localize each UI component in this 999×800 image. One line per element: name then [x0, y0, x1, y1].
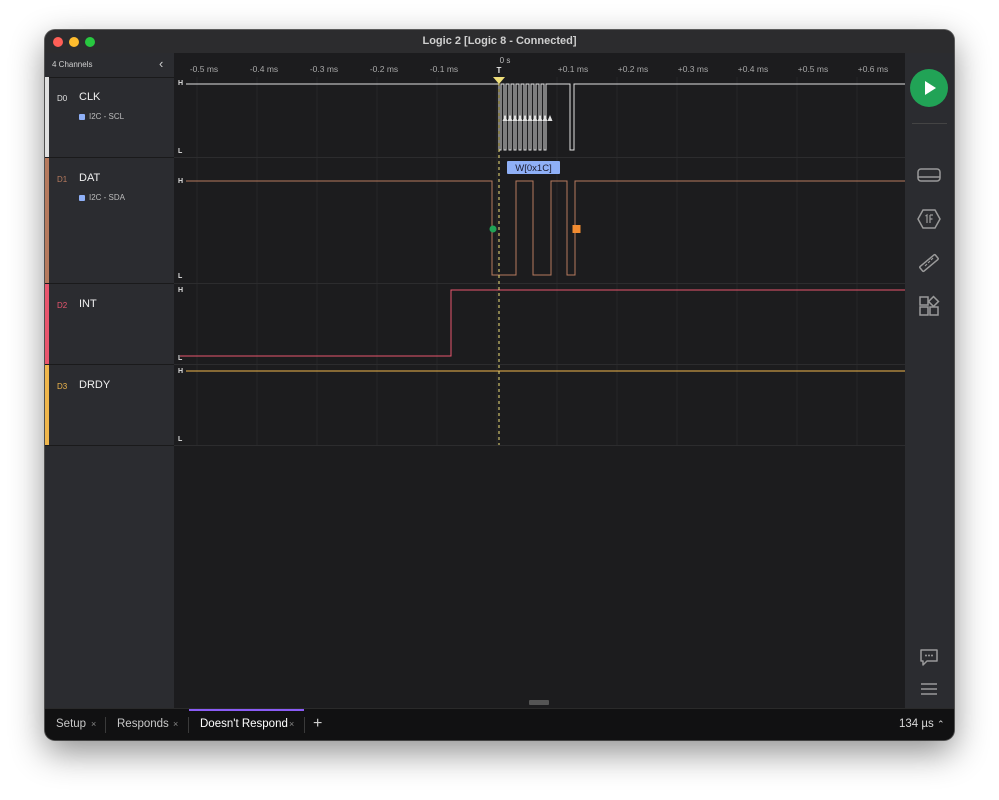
channel-count-label: 4 Channels [52, 60, 93, 69]
analyzer-color-dot [79, 114, 85, 120]
channel-sidebar: 4 Channels ‹ D0 CLK I2C - SCL D1 DAT I2C… [45, 53, 174, 708]
channel-row-clk[interactable]: D0 CLK I2C - SCL [45, 77, 174, 158]
close-tab-icon[interactable]: × [91, 719, 96, 729]
time-tick-label: -0.5 ms [190, 64, 218, 74]
high-level-label: H [178, 368, 183, 375]
time-tick-label: +0.5 ms [798, 64, 828, 74]
channel-row-dat[interactable]: D1 DAT I2C - SDA [45, 158, 174, 284]
zero-time-label: 0 s [500, 56, 511, 65]
channel-row-int[interactable]: D2 INT [45, 284, 174, 365]
device-icon[interactable] [916, 163, 942, 187]
channel-id: D3 [57, 382, 68, 391]
session-tab-bar: Setup × Responds × Doesn't Respond × + 1… [45, 708, 954, 740]
time-gridlines [196, 77, 858, 445]
close-tab-icon[interactable]: × [289, 719, 294, 729]
tab-label: Doesn't Respond [200, 718, 288, 730]
high-level-label: H [178, 287, 183, 294]
collapse-sidebar-icon[interactable]: ‹ [159, 57, 163, 70]
decode-label: W[0x1C] [515, 163, 551, 174]
channel-color-bar [45, 284, 49, 364]
time-tick-label: +0.2 ms [618, 64, 648, 74]
app-window: Logic 2 [Logic 8 - Connected] 4 Channels… [45, 30, 954, 740]
trigger-label: T [497, 66, 502, 75]
low-level-label: L [178, 148, 183, 155]
tab-label: Setup [56, 718, 87, 730]
add-tab-button[interactable]: + [313, 715, 322, 733]
menu-icon[interactable] [916, 677, 942, 701]
time-tick-label: +0.6 ms [858, 64, 888, 74]
level-markers: HLHLHLHL [178, 80, 183, 443]
channel-id: D2 [57, 301, 68, 310]
channel-color-bar [45, 77, 49, 157]
channel-name[interactable]: DRDY [79, 379, 110, 391]
toolbar-divider [912, 123, 947, 124]
title-bar: Logic 2 [Logic 8 - Connected] [45, 30, 954, 54]
time-ruler[interactable] [174, 53, 905, 77]
waveform-canvas[interactable]: -0.5 ms -0.4 ms -0.3 ms -0.2 ms -0.1 ms +0.1 … [174, 53, 905, 708]
sidebar-header: 4 Channels ‹ [45, 53, 174, 78]
start-capture-button[interactable] [910, 69, 948, 107]
right-toolbar [905, 53, 954, 708]
tab-responds[interactable]: Responds × [106, 709, 188, 740]
time-tick-label: -0.3 ms [310, 64, 338, 74]
channel-color-bar [45, 365, 49, 445]
time-tick-label: +0.4 ms [738, 64, 768, 74]
time-tick-label: -0.2 ms [370, 64, 398, 74]
time-tick-label: -0.1 ms [430, 64, 458, 74]
low-level-label: L [178, 436, 183, 443]
low-level-label: L [178, 273, 183, 280]
play-icon [925, 81, 936, 95]
clk-edge-markers [502, 115, 553, 121]
analyzer-label: I2C - SCL [89, 112, 125, 121]
close-tab-icon[interactable]: × [173, 719, 178, 729]
analyzer-label: I2C - SDA [89, 193, 126, 202]
channel-name[interactable]: INT [79, 298, 97, 310]
analyzers-icon[interactable] [916, 207, 942, 231]
int-waveform [180, 289, 905, 357]
duration-value: 134 µs [899, 718, 934, 730]
high-level-label: H [178, 178, 183, 185]
active-tab-indicator [189, 709, 304, 711]
chevron-up-icon: ⌃ [936, 719, 945, 729]
measurements-icon[interactable] [916, 251, 942, 275]
extensions-icon[interactable] [916, 294, 942, 318]
time-tick-label: +0.1 ms [558, 64, 588, 74]
capture-duration[interactable]: 134 µs ⌃ [899, 718, 945, 730]
channel-name[interactable]: CLK [79, 91, 100, 103]
channel-color-bar [45, 158, 49, 283]
time-tick-label: +0.3 ms [678, 64, 708, 74]
tab-divider [304, 717, 305, 733]
horizontal-scroll-handle[interactable] [529, 700, 549, 705]
i2c-start-marker [489, 225, 497, 233]
window-title: Logic 2 [Logic 8 - Connected] [422, 35, 577, 47]
i2c-stop-marker [572, 225, 581, 233]
channel-id: D1 [57, 175, 68, 184]
high-level-label: H [178, 80, 183, 87]
tab-doesnt-respond[interactable]: Doesn't Respond × [189, 709, 304, 740]
tab-setup[interactable]: Setup × [45, 709, 105, 740]
waveform-area[interactable]: -0.5 ms -0.4 ms -0.3 ms -0.2 ms -0.1 ms +0.1 … [174, 53, 905, 708]
channel-id: D0 [57, 94, 68, 103]
tab-label: Responds [117, 718, 169, 730]
feedback-icon[interactable] [916, 645, 942, 669]
analyzer-color-dot [79, 195, 85, 201]
channel-row-drdy[interactable]: D3 DRDY [45, 365, 174, 446]
channel-name[interactable]: DAT [79, 172, 100, 184]
time-tick-label: -0.4 ms [250, 64, 278, 74]
